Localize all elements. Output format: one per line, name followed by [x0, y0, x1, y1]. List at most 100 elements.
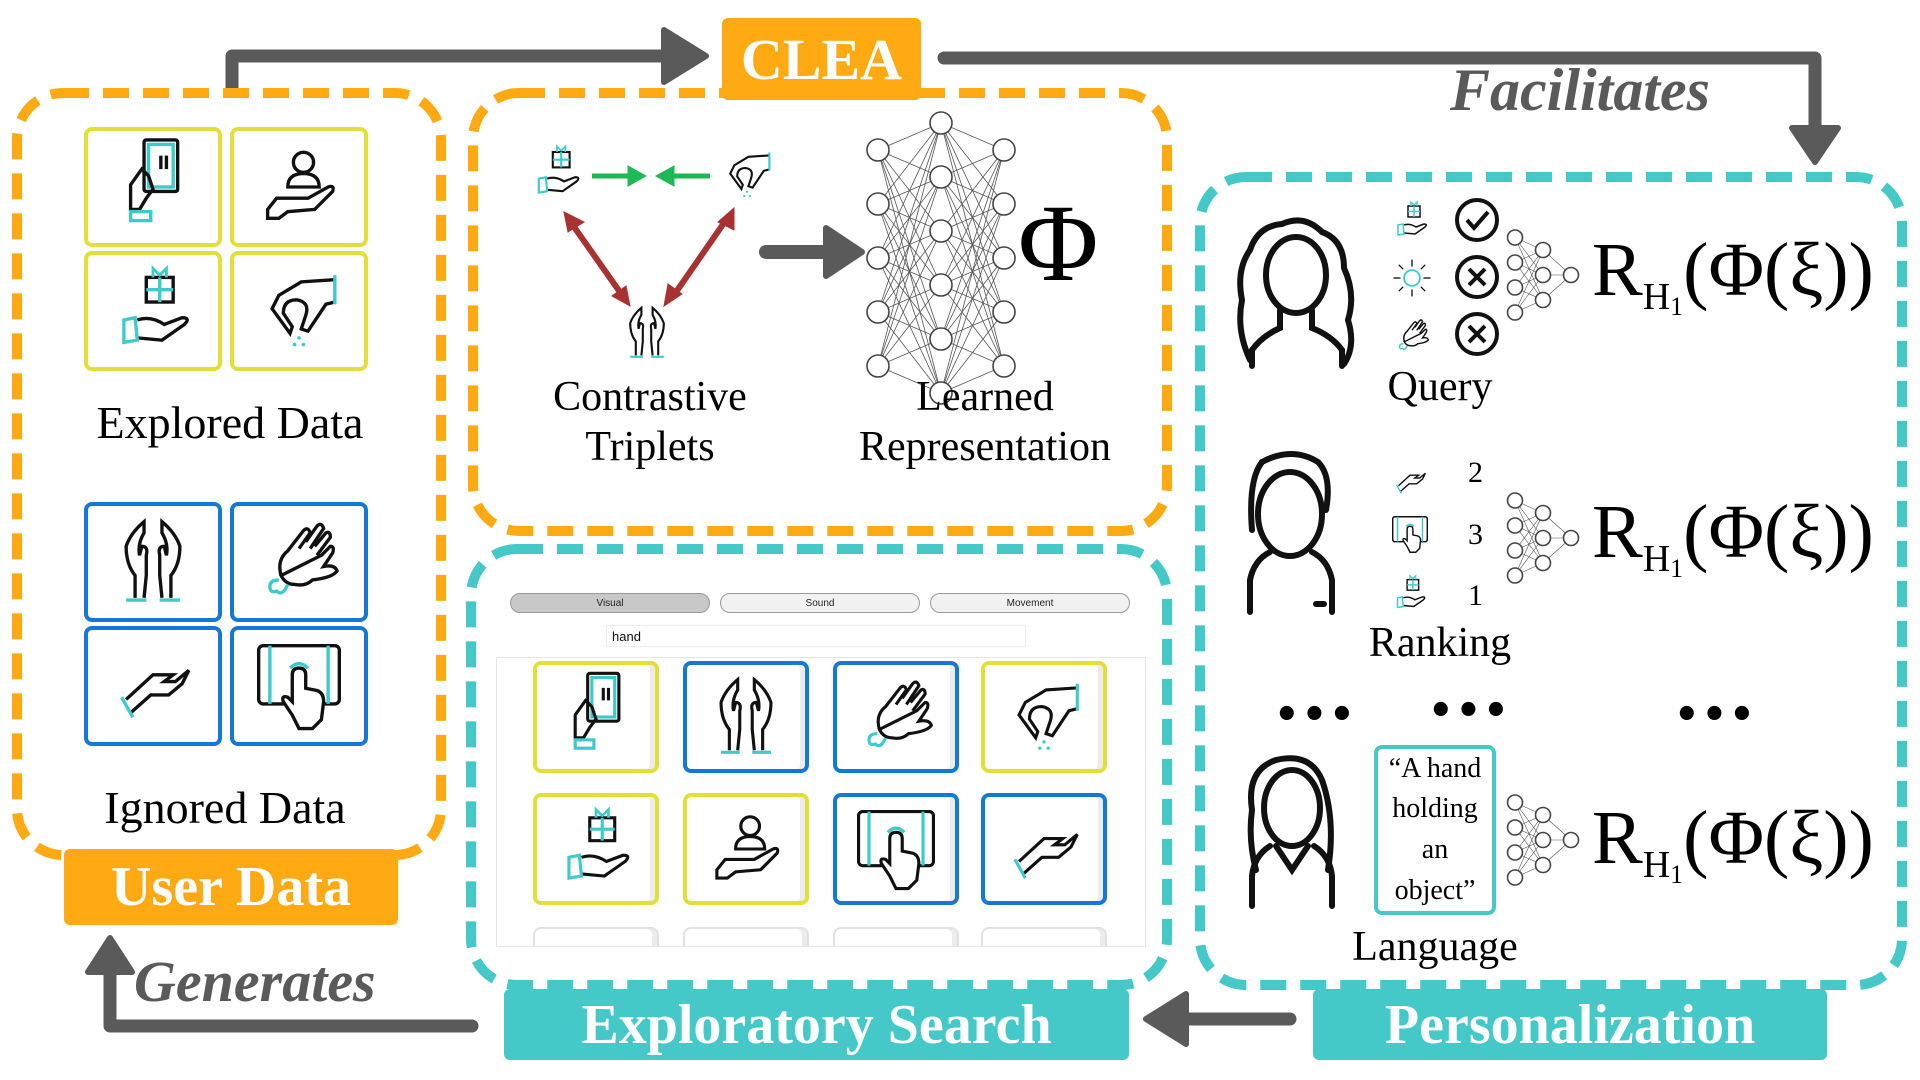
- flow-arrow-userdata-to-clea: [225, 49, 697, 95]
- language-quote: “A hand holding an object”: [1388, 752, 1482, 906]
- tab-movement[interactable]: Movement: [930, 593, 1130, 613]
- results-grid[interactable]: [496, 657, 1146, 947]
- language-quote-box: “A hand holding an object”: [1374, 745, 1496, 915]
- ignored-data-tile: [230, 626, 368, 746]
- positive-pair-arrows: [592, 165, 710, 187]
- formula-sub-h: H: [1642, 276, 1671, 318]
- formula-rest: (Φ(ξ)): [1683, 490, 1874, 574]
- ranking-gift-icon: [1396, 575, 1426, 609]
- network-node: [1506, 517, 1524, 534]
- learned-representation-caption: Learned Representation: [820, 372, 1150, 473]
- network-node: [1534, 241, 1552, 259]
- search-result-tile[interactable]: [533, 793, 659, 905]
- explored-data-caption: Explored Data: [96, 397, 364, 448]
- ranking-caption: Ranking: [1368, 620, 1512, 666]
- network-node: [1506, 254, 1524, 271]
- user-data-title: User Data: [64, 849, 398, 925]
- network-node: [866, 192, 890, 216]
- reward-formula-query: RH1(Φ(ξ)): [1592, 232, 1874, 320]
- network-node: [929, 327, 953, 351]
- network-node: [1534, 806, 1552, 824]
- network-node: [1534, 831, 1552, 849]
- tab-visual[interactable]: Visual: [510, 593, 710, 613]
- search-result-tile-partial[interactable]: [683, 927, 809, 946]
- formula-r: R: [1592, 490, 1643, 574]
- network-node: [1506, 492, 1524, 509]
- hand-holding-gift-icon: [122, 266, 189, 345]
- formula-r: R: [1592, 796, 1643, 880]
- hand-pinching-icon: [270, 273, 337, 349]
- network-node: [866, 246, 890, 270]
- caption-line: Contrastive: [553, 374, 747, 420]
- search-result-tile[interactable]: [833, 661, 959, 773]
- search-result-tile-partial[interactable]: [833, 927, 959, 946]
- network-node: [1506, 229, 1524, 246]
- search-input[interactable]: hand: [606, 625, 1026, 647]
- ellipsis: •••: [1428, 688, 1511, 734]
- network-node: [1506, 279, 1524, 296]
- search-result-tile[interactable]: [683, 793, 809, 905]
- formula-sub-index: 1: [1670, 860, 1684, 889]
- network-node: [1534, 291, 1552, 309]
- ellipsis: •••: [1674, 692, 1757, 738]
- network-node: [1534, 554, 1552, 572]
- language-caption: Language: [1352, 924, 1518, 970]
- cross-icon: [1455, 312, 1499, 356]
- query-caption: Query: [1387, 364, 1493, 410]
- tab-sound[interactable]: Sound: [720, 593, 920, 613]
- search-result-tile-partial[interactable]: [533, 927, 659, 946]
- hand-holding-phone-icon: [573, 671, 621, 750]
- network-node: [1506, 844, 1524, 861]
- network-node: [866, 300, 890, 324]
- ranking-reward-network: [1506, 492, 1580, 584]
- network-node: [992, 192, 1016, 216]
- network-node: [1534, 504, 1552, 522]
- search-result-tile[interactable]: [981, 661, 1107, 773]
- facilitates-label: Facilitates: [1450, 57, 1710, 123]
- search-result-tile[interactable]: [533, 661, 659, 773]
- ignored-data-caption: Ignored Data: [104, 782, 346, 833]
- learned-representation-network-graph: [866, 111, 1016, 405]
- generates-label: Generates: [134, 949, 376, 1014]
- network-node: [929, 165, 953, 189]
- hand-holding-person-icon: [265, 150, 335, 221]
- formula-r: R: [1592, 228, 1643, 312]
- finger-tap-tablet-icon: [856, 809, 936, 891]
- network-node: [1506, 869, 1524, 886]
- formula-sub-h: H: [1642, 844, 1671, 886]
- network-edge: [940, 149, 1005, 394]
- formula-sub-index: 1: [1670, 554, 1684, 583]
- search-result-tile[interactable]: [833, 793, 959, 905]
- explored-data-tile: [230, 251, 368, 371]
- network-edge: [877, 284, 942, 367]
- open-palm-hand-icon: [1013, 832, 1079, 880]
- query-gift-icon: [1397, 201, 1428, 236]
- formula-rest: (Φ(ξ)): [1683, 228, 1874, 312]
- network-node: [992, 246, 1016, 270]
- positive-pinch-icon: [729, 151, 771, 199]
- formula-sub-index: 1: [1670, 292, 1684, 321]
- network-node: [1534, 266, 1552, 284]
- reward-formula-ranking: RH1(Φ(ξ)): [1592, 494, 1874, 582]
- avatar-short-hair-man: [1247, 451, 1335, 615]
- exploratory-search-title: Exploratory Search: [504, 989, 1129, 1060]
- search-result-tile[interactable]: [683, 661, 809, 773]
- reward-formula-language: RH1(Φ(ξ)): [1592, 800, 1874, 888]
- exploratory-search-app: Visual Sound Movement hand: [496, 574, 1148, 954]
- explored-data-tile: [84, 127, 222, 247]
- network-node: [992, 138, 1016, 162]
- search-result-tile[interactable]: [981, 793, 1107, 905]
- formula-rest: (Φ(ξ)): [1683, 796, 1874, 880]
- network-node: [866, 138, 890, 162]
- ranking-tap-icon: [1391, 515, 1429, 553]
- search-result-tile-partial[interactable]: [981, 927, 1107, 946]
- explored-data-tile: [84, 251, 222, 371]
- language-reward-network: [1506, 794, 1580, 886]
- ignored-data-tile: [84, 626, 222, 746]
- formula-sub-h: H: [1642, 538, 1671, 580]
- network-node: [1562, 266, 1580, 284]
- hand-washing-icon: [268, 522, 339, 595]
- reward-networks: [1506, 229, 1580, 886]
- ranking-palm-icon: [1395, 472, 1427, 495]
- avatar-long-hair-woman: [1247, 755, 1335, 909]
